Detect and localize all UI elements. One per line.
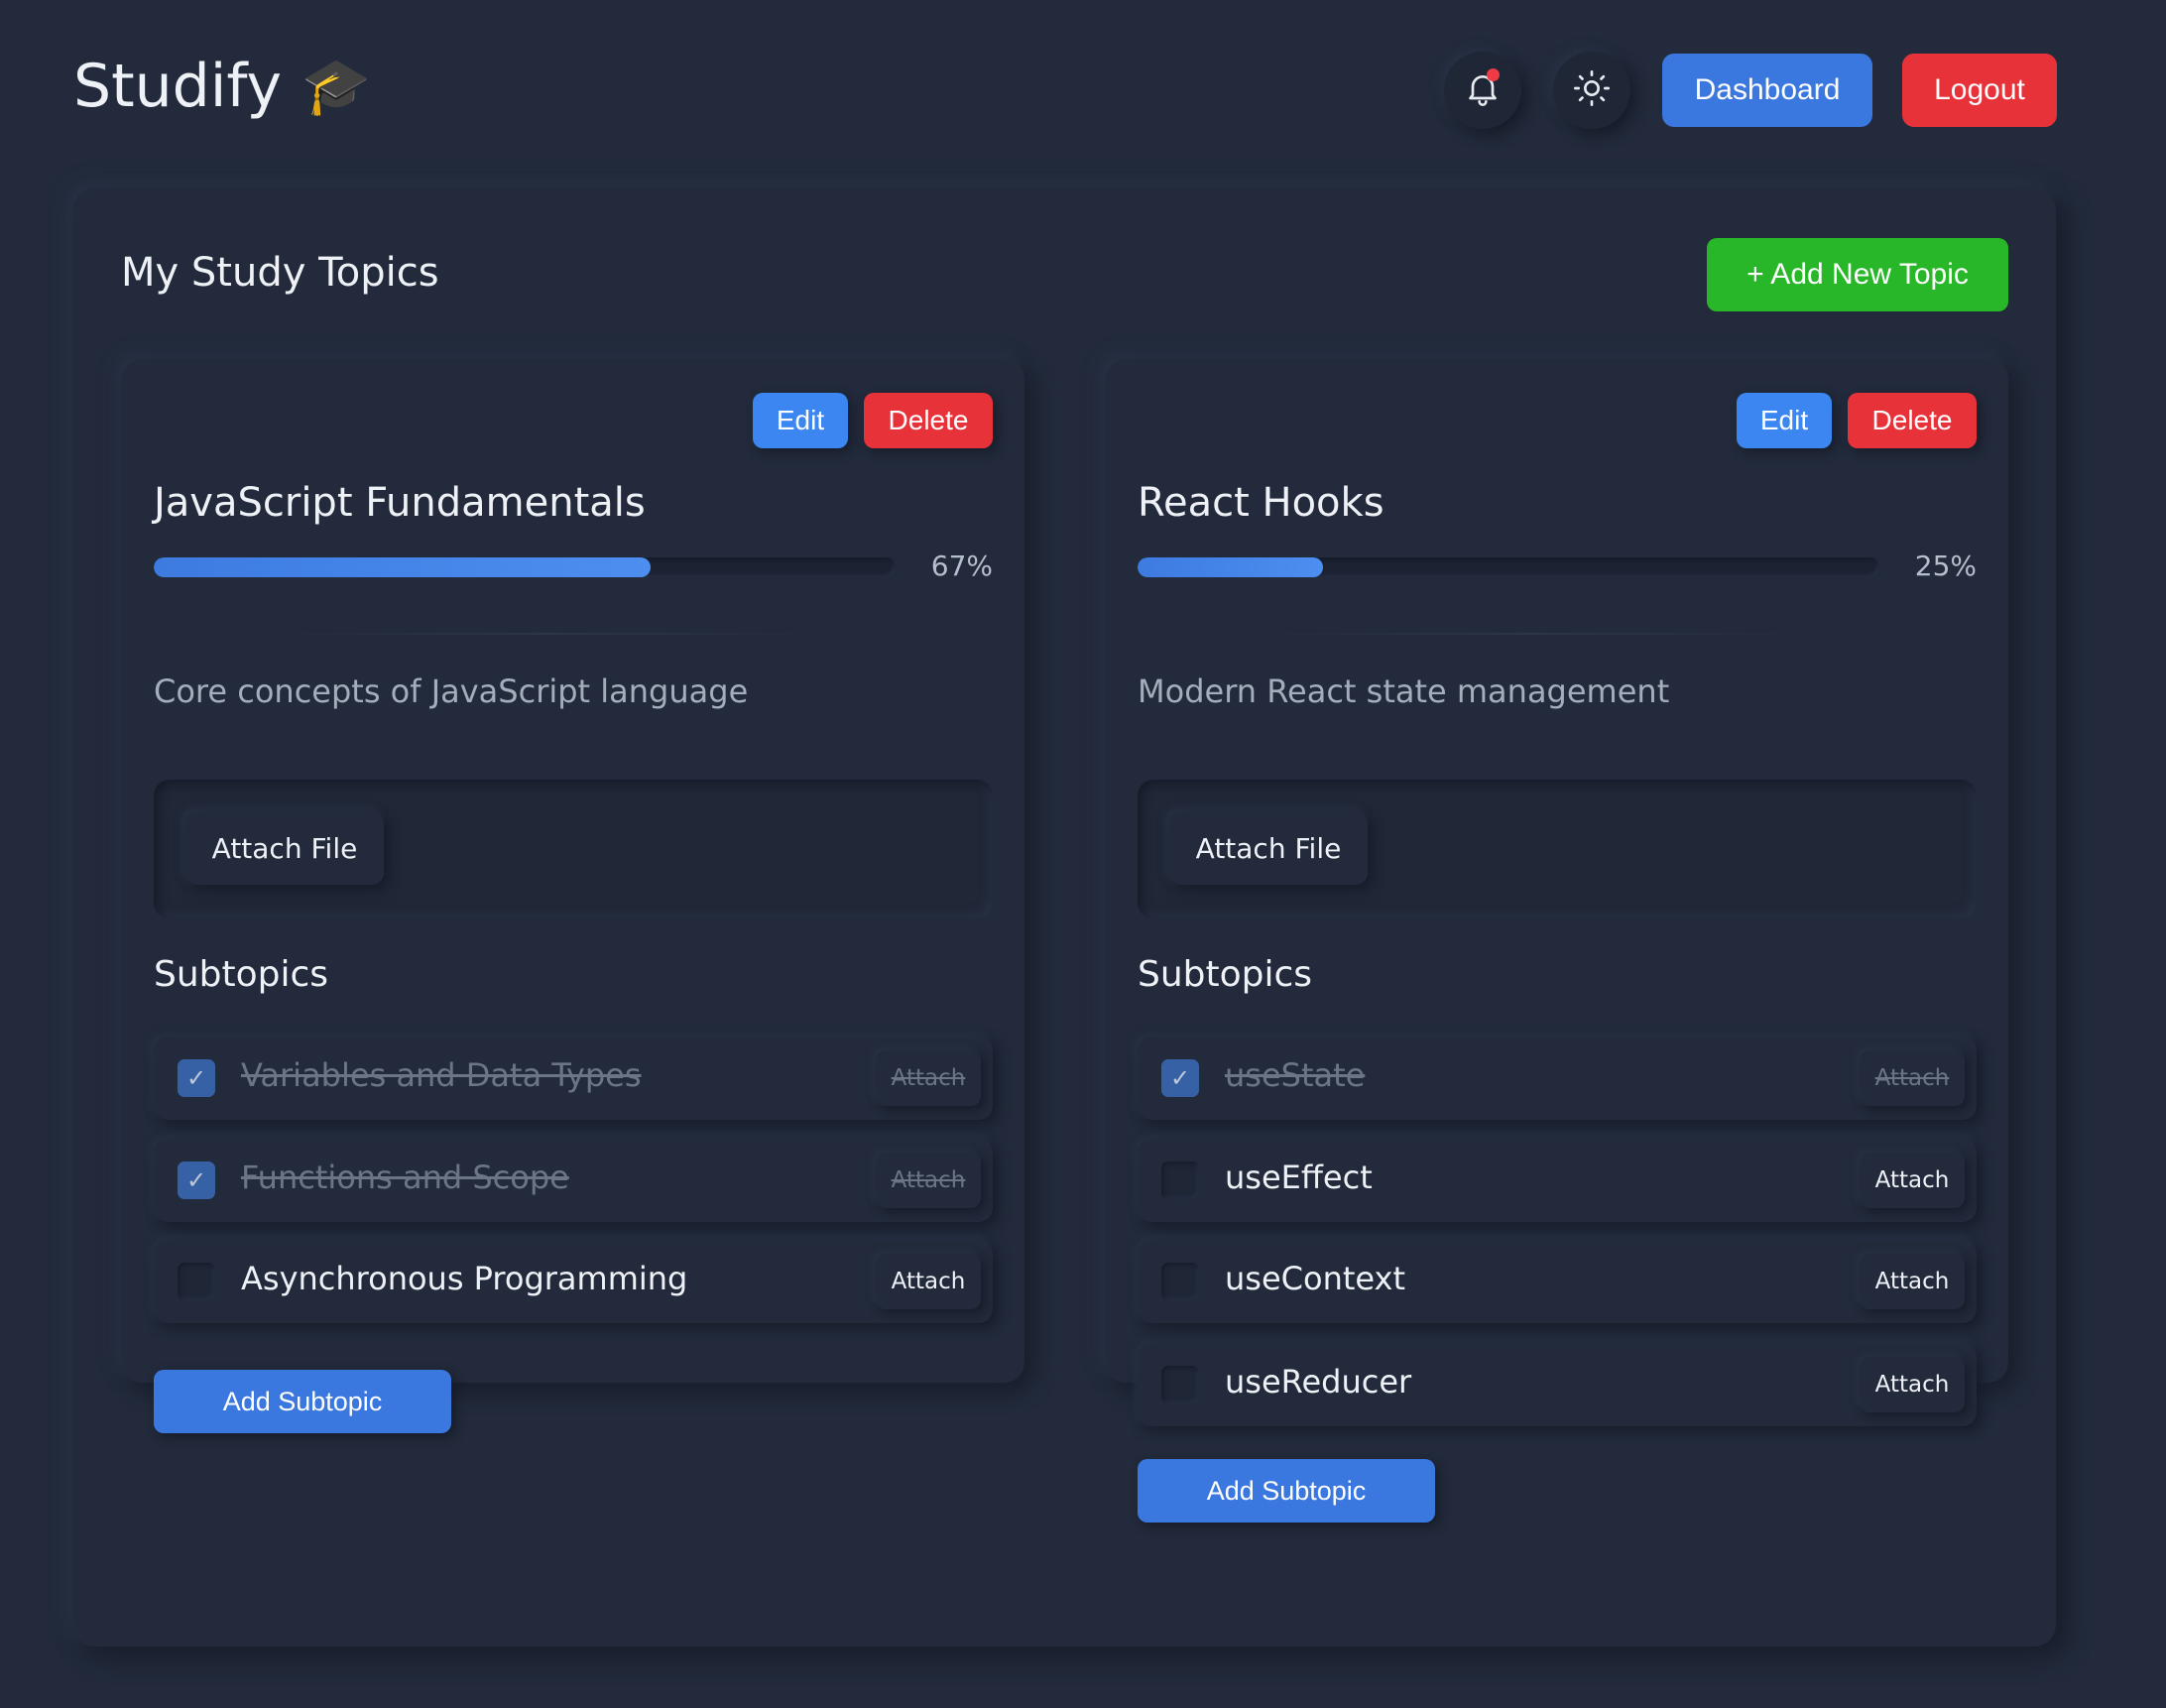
subtopic-label: Functions and Scope bbox=[241, 1159, 569, 1196]
card-actions: Edit Delete bbox=[1737, 393, 1977, 448]
subtopic-row: ✓ Functions and Scope Attach bbox=[154, 1139, 993, 1222]
topic-description: Modern React state management bbox=[1138, 672, 1670, 710]
subtopic-checkbox[interactable] bbox=[178, 1263, 215, 1300]
progress-fill bbox=[154, 557, 652, 577]
subtopic-checkbox[interactable] bbox=[1161, 1366, 1199, 1403]
attach-file-button[interactable]: Attach File bbox=[1169, 811, 1368, 885]
header-actions: Dashboard Logout bbox=[1444, 52, 2057, 129]
subtopic-label: Variables and Data Types bbox=[241, 1056, 642, 1094]
progress-percent: 25% bbox=[1914, 549, 1977, 582]
logout-button[interactable]: Logout bbox=[1902, 54, 2057, 127]
theme-toggle-button[interactable] bbox=[1553, 52, 1630, 129]
progress-percent: 67% bbox=[930, 549, 993, 582]
notifications-button[interactable] bbox=[1444, 52, 1521, 129]
progress-fill bbox=[1138, 557, 1323, 577]
progress-bar bbox=[1138, 557, 1879, 577]
topic-description: Core concepts of JavaScript language bbox=[154, 672, 749, 710]
subtopic-attach-button[interactable]: Attach bbox=[1860, 1254, 1965, 1309]
attachments-area: Attach File bbox=[154, 780, 993, 918]
subtopics-heading: Subtopics bbox=[1138, 954, 1313, 995]
divider bbox=[1255, 633, 1810, 635]
check-icon: ✓ bbox=[185, 1166, 207, 1194]
sun-icon bbox=[1572, 68, 1612, 112]
subtopics-heading: Subtopics bbox=[154, 954, 329, 995]
brand-name: Studify bbox=[73, 52, 282, 121]
delete-button[interactable]: Delete bbox=[864, 393, 993, 448]
topic-card: Edit Delete JavaScript Fundamentals 67% … bbox=[122, 359, 1024, 1433]
subtopic-checkbox[interactable]: ✓ bbox=[178, 1059, 215, 1097]
subtopic-label: useEffect bbox=[1225, 1159, 1373, 1196]
subtopic-checkbox[interactable] bbox=[1161, 1263, 1199, 1300]
delete-button[interactable]: Delete bbox=[1848, 393, 1977, 448]
subtopic-checkbox[interactable] bbox=[1161, 1161, 1199, 1199]
add-subtopic-button[interactable]: Add Subtopic bbox=[154, 1370, 451, 1433]
brand: Studify 🎓 bbox=[73, 52, 371, 121]
subtopic-checkbox[interactable]: ✓ bbox=[178, 1161, 215, 1199]
attachments-area: Attach File bbox=[1138, 780, 1977, 918]
subtopic-row: useContext Attach bbox=[1138, 1240, 1977, 1323]
study-topics-panel: My Study Topics + Add New Topic Edit Del… bbox=[73, 188, 2056, 1647]
topic-title: JavaScript Fundamentals bbox=[154, 480, 646, 526]
add-subtopic-button[interactable]: Add Subtopic bbox=[1138, 1459, 1435, 1523]
dashboard-button[interactable]: Dashboard bbox=[1662, 54, 1872, 127]
topic-title: React Hooks bbox=[1138, 480, 1384, 526]
subtopic-row: Asynchronous Programming Attach bbox=[154, 1240, 993, 1323]
subtopic-label: useState bbox=[1225, 1056, 1366, 1094]
subtopic-row: ✓ Variables and Data Types Attach bbox=[154, 1037, 993, 1120]
edit-button[interactable]: Edit bbox=[753, 393, 848, 448]
subtopic-checkbox[interactable]: ✓ bbox=[1161, 1059, 1199, 1097]
subtopic-attach-button[interactable]: Attach bbox=[1860, 1153, 1965, 1208]
notification-dot bbox=[1487, 68, 1500, 81]
attach-file-button[interactable]: Attach File bbox=[185, 811, 384, 885]
subtopic-row: useReducer Attach bbox=[1138, 1343, 1977, 1426]
subtopic-row: ✓ useState Attach bbox=[1138, 1037, 1977, 1120]
card-actions: Edit Delete bbox=[753, 393, 993, 448]
subtopic-label: useReducer bbox=[1225, 1363, 1412, 1401]
page-title: My Study Topics bbox=[121, 250, 439, 296]
graduation-cap-icon: 🎓 bbox=[301, 55, 371, 119]
check-icon: ✓ bbox=[185, 1064, 207, 1092]
subtopic-attach-button[interactable]: Attach bbox=[876, 1153, 981, 1208]
divider bbox=[271, 633, 826, 635]
topic-card: Edit Delete React Hooks 25% Modern React… bbox=[1106, 359, 2008, 1523]
subtopic-label: Asynchronous Programming bbox=[241, 1260, 688, 1297]
subtopic-attach-button[interactable]: Attach bbox=[1860, 1357, 1965, 1412]
subtopic-label: useContext bbox=[1225, 1260, 1405, 1297]
add-new-topic-button[interactable]: + Add New Topic bbox=[1707, 238, 2008, 311]
subtopic-attach-button[interactable]: Attach bbox=[876, 1050, 981, 1106]
subtopic-attach-button[interactable]: Attach bbox=[1860, 1050, 1965, 1106]
subtopic-row: useEffect Attach bbox=[1138, 1139, 1977, 1222]
subtopic-attach-button[interactable]: Attach bbox=[876, 1254, 981, 1309]
edit-button[interactable]: Edit bbox=[1737, 393, 1832, 448]
check-icon: ✓ bbox=[1169, 1064, 1191, 1092]
progress-bar bbox=[154, 557, 896, 577]
